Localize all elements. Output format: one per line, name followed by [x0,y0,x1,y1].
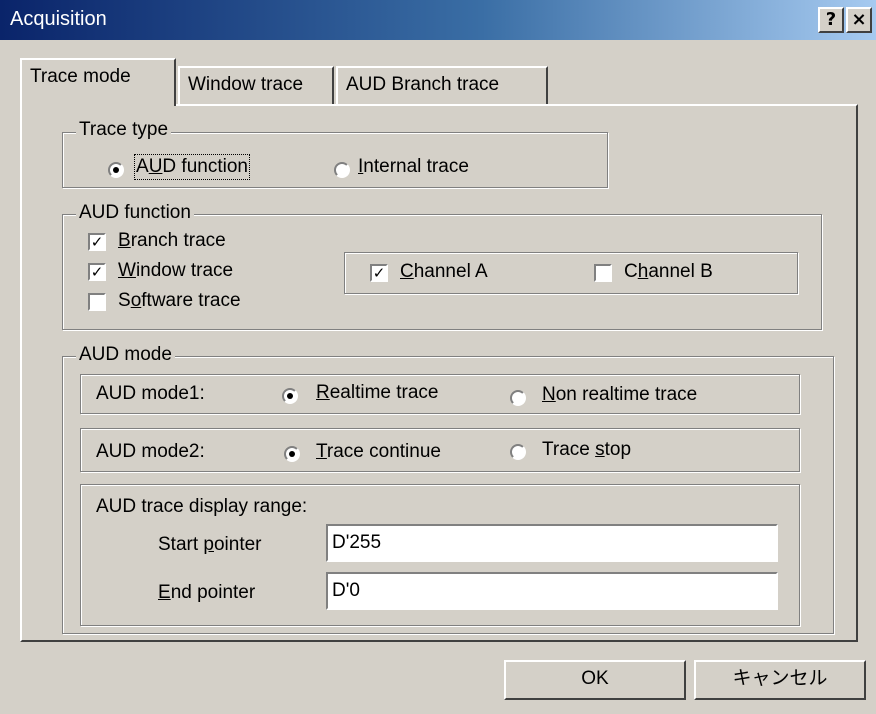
tab-label: AUD Branch trace [346,74,500,95]
realtime-trace-radio[interactable] [282,388,298,404]
window-title: Acquisition [10,8,107,30]
end-pointer-input[interactable]: D'0 [326,572,778,610]
tab-label: Trace mode [30,66,131,87]
channel-a-checkbox[interactable]: ✓ [370,264,388,282]
trace-type-legend: Trace type [76,119,172,141]
channel-b-checkbox[interactable] [594,264,612,282]
internal-trace-radio-label[interactable]: Internal trace [358,156,469,178]
close-button[interactable]: × [846,7,872,33]
channel-b-label[interactable]: Channel B [624,261,713,283]
non-realtime-trace-label[interactable]: Non realtime trace [542,384,697,406]
tab-trace-mode[interactable]: Trace mode [20,58,176,106]
aud-function-legend: AUD function [76,202,194,224]
aud-mode-legend: AUD mode [76,344,175,366]
title-bar: Acquisition ? × [0,0,876,40]
tab-label: Window trace [188,74,304,95]
software-trace-checkbox[interactable] [88,293,106,311]
aud-mode2-label: AUD mode2: [96,441,205,462]
internal-trace-radio[interactable] [334,162,350,178]
aud-function-radio[interactable] [108,162,124,178]
start-pointer-input[interactable]: D'255 [326,524,778,562]
branch-trace-label[interactable]: Branch trace [118,230,226,252]
start-pointer-label: Start pointer [158,534,262,555]
aud-mode1-label: AUD mode1: [96,383,205,404]
tab-aud-branch-trace[interactable]: AUD Branch trace [336,66,548,104]
help-button[interactable]: ? [818,7,844,33]
window-trace-label[interactable]: Window trace [118,260,233,282]
aud-function-radio-label[interactable]: AUD function [134,154,250,180]
ok-button[interactable]: OK [504,660,686,700]
trace-continue-radio[interactable] [284,446,300,462]
trace-range-label: AUD trace display range: [96,496,308,517]
non-realtime-trace-radio[interactable] [510,390,526,406]
realtime-trace-label[interactable]: Realtime trace [316,382,439,404]
end-pointer-label: End pointer [158,582,256,603]
trace-stop-label[interactable]: Trace stop [542,439,631,461]
tab-window-trace[interactable]: Window trace [178,66,334,104]
trace-continue-label[interactable]: Trace continue [316,441,441,463]
software-trace-label[interactable]: Software trace [118,290,241,312]
cancel-button[interactable]: キャンセル [694,660,866,700]
trace-stop-radio[interactable] [510,444,526,460]
window-trace-checkbox[interactable]: ✓ [88,263,106,281]
channel-a-label[interactable]: Channel A [400,261,488,283]
branch-trace-checkbox[interactable]: ✓ [88,233,106,251]
